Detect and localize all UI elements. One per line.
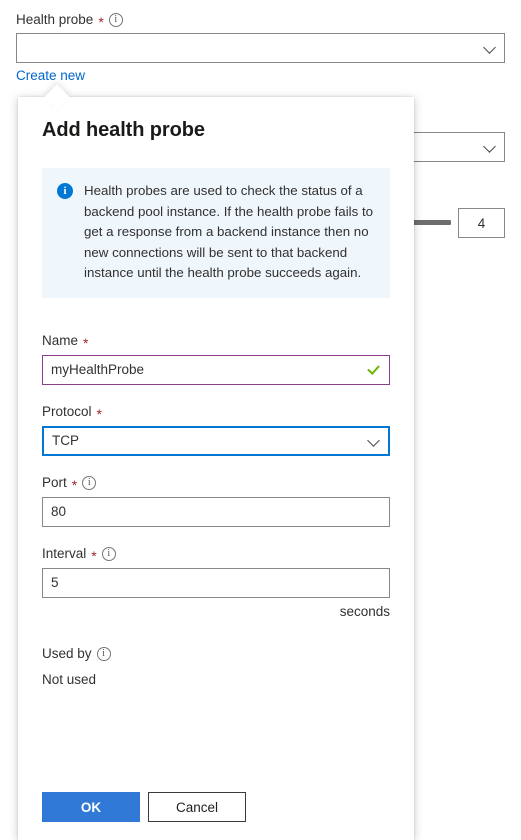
port-input[interactable]: 80 <box>42 496 390 527</box>
port-field-row: Port * 80 <box>42 474 390 527</box>
cancel-button[interactable]: Cancel <box>148 792 246 822</box>
info-message-bar: Health probes are used to check the stat… <box>42 168 390 298</box>
protocol-dropdown[interactable]: TCP <box>42 425 390 456</box>
required-asterisk: * <box>71 476 78 493</box>
required-asterisk: * <box>91 547 97 564</box>
used-by-value: Not used <box>42 671 97 687</box>
protocol-label: Protocol * <box>42 403 390 421</box>
slider-track[interactable] <box>413 220 451 225</box>
interval-unit-label: seconds <box>339 603 390 619</box>
info-circle-icon <box>101 546 116 561</box>
chevron-down-icon <box>484 42 496 54</box>
health-probe-dropdown[interactable] <box>16 33 505 63</box>
interval-input-value: 5 <box>51 575 59 590</box>
chevron-down-icon <box>368 435 380 447</box>
required-asterisk: * <box>83 334 89 351</box>
occluded-dropdown[interactable] <box>405 132 505 162</box>
interval-label-text: Interval <box>42 545 87 561</box>
occluded-number-input[interactable]: 4 <box>458 208 505 238</box>
name-label-text: Name <box>42 332 79 348</box>
interval-label: Interval * <box>42 545 390 563</box>
health-probe-label-text: Health probe <box>16 12 94 27</box>
checkmark-icon <box>367 364 381 376</box>
protocol-label-text: Protocol <box>42 403 92 419</box>
chevron-down-icon <box>484 141 496 153</box>
info-circle-icon <box>108 13 123 27</box>
dialog-title: Add health probe <box>42 119 205 141</box>
port-label-text: Port <box>42 474 67 490</box>
port-label: Port * <box>42 474 390 492</box>
create-new-link[interactable]: Create new <box>16 68 85 83</box>
ok-button[interactable]: OK <box>42 792 140 822</box>
port-input-value: 80 <box>51 504 67 519</box>
health-probe-label: Health probe * <box>16 11 123 29</box>
info-circle-icon <box>82 475 97 490</box>
info-circle-icon <box>96 646 111 661</box>
interval-field-row: Interval * 5 seconds <box>42 545 390 619</box>
info-filled-icon <box>57 183 73 199</box>
protocol-dropdown-value: TCP <box>52 433 79 448</box>
name-field-row: Name * myHealthProbe <box>42 332 390 385</box>
dialog-button-row: OK Cancel <box>42 792 246 822</box>
protocol-field-row: Protocol * TCP <box>42 403 390 456</box>
info-message-text: Health probes are used to check the stat… <box>84 183 374 280</box>
occluded-number-value: 4 <box>477 215 486 231</box>
interval-input[interactable]: 5 <box>42 567 390 598</box>
used-by-row: Used by Not used <box>42 645 390 687</box>
name-label: Name * <box>42 332 390 350</box>
add-health-probe-dialog: Add health probe Health probes are used … <box>18 84 414 840</box>
callout-beak-mask <box>36 97 80 102</box>
used-by-label-text: Used by <box>42 645 92 661</box>
name-input-value: myHealthProbe <box>51 362 145 377</box>
required-asterisk: * <box>96 405 102 422</box>
used-by-label: Used by <box>42 645 390 663</box>
name-input[interactable]: myHealthProbe <box>42 354 390 385</box>
required-asterisk: * <box>98 14 104 30</box>
